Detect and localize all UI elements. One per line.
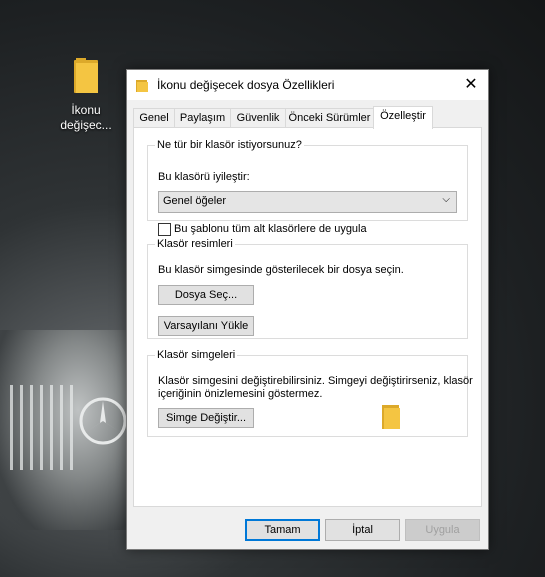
desktop-folder-shortcut[interactable]: İkonu değişec... — [56, 52, 116, 133]
chevron-down-icon: ⌵ — [442, 194, 450, 205]
restore-default-button[interactable]: Varsayılanı Yükle — [158, 316, 254, 336]
close-icon[interactable]: ✕ — [454, 70, 488, 100]
folder-pictures-legend: Klasör resimleri — [157, 238, 233, 250]
optimize-select[interactable]: Genel öğeler ⌵ — [158, 191, 457, 213]
apply-subfolders-checkbox[interactable] — [158, 223, 171, 236]
folder-icon — [74, 58, 98, 93]
folder-icons-legend: Klasör simgeleri — [157, 349, 236, 361]
folder-icon-preview — [382, 405, 400, 429]
tab-customize[interactable]: Özelleştir — [373, 106, 433, 129]
optimize-value: Genel öğeler — [163, 195, 226, 207]
apply-subfolders-label: Bu şablonu tüm alt klasörlere de uygula — [174, 223, 367, 235]
properties-dialog: İkonu değişecek dosya Özellikleri ✕ Gene… — [126, 69, 489, 550]
folder-icons-desc-line2: içeriğinin önizlemesini göstermez. — [158, 388, 323, 400]
change-icon-button[interactable]: Simge Değiştir... — [158, 408, 254, 428]
optimize-label: Bu klasörü iyileştir: — [158, 171, 250, 183]
mercedes-star-logo — [79, 397, 127, 445]
folder-icon — [136, 80, 148, 92]
tab-general[interactable]: Genel — [133, 108, 175, 128]
ok-button[interactable]: Tamam — [245, 519, 320, 541]
tab-security[interactable]: Güvenlik — [230, 108, 286, 128]
tab-sharing[interactable]: Paylaşım — [174, 108, 231, 128]
customize-panel: Ne tür bir klasör istiyorsunuz? Bu klasö… — [133, 127, 482, 507]
folder-pictures-desc: Bu klasör simgesinde gösterilecek bir do… — [158, 264, 404, 276]
apply-button: Uygula — [405, 519, 480, 541]
tab-previous-versions[interactable]: Önceki Sürümler — [285, 108, 374, 128]
title-bar[interactable]: İkonu değişecek dosya Özellikleri ✕ — [127, 70, 488, 100]
cancel-button[interactable]: İptal — [325, 519, 400, 541]
folder-icons-desc-line1: Klasör simgesini değiştirebilirsiniz. Si… — [158, 375, 473, 387]
dialog-title: İkonu değişecek dosya Özellikleri — [157, 78, 335, 92]
desktop-folder-label: İkonu değişec... — [60, 103, 112, 132]
folder-type-legend: Ne tür bir klasör istiyorsunuz? — [157, 139, 302, 151]
choose-file-button[interactable]: Dosya Seç... — [158, 285, 254, 305]
